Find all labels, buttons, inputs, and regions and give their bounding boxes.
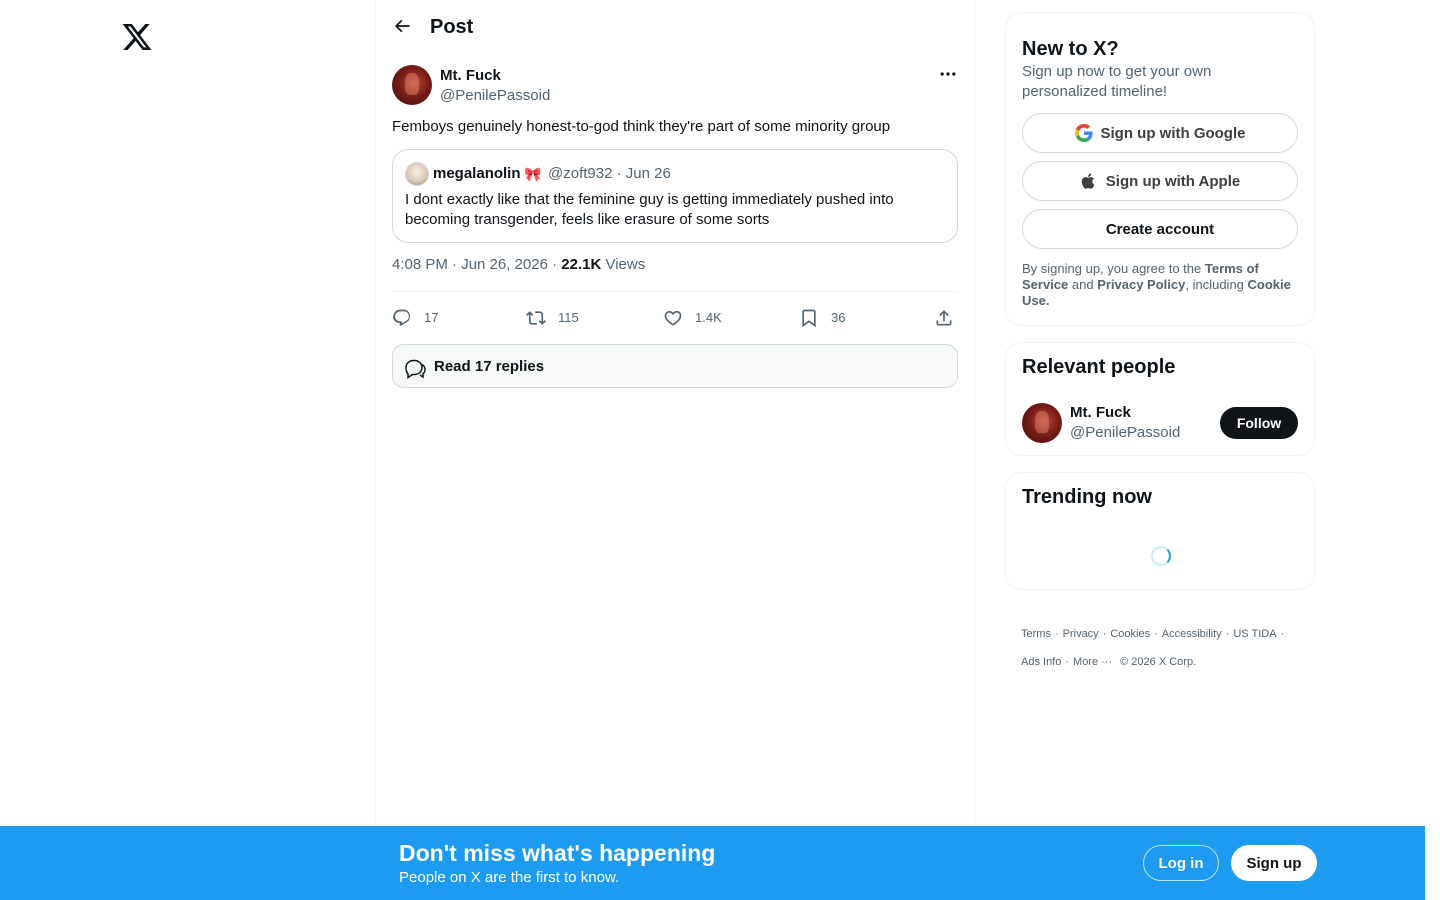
footer-more-link[interactable]: More ··· <box>1073 656 1112 668</box>
read-replies-button[interactable]: Read 17 replies <box>392 344 958 388</box>
signup-button[interactable]: Sign up <box>1231 845 1317 881</box>
share-button[interactable] <box>934 306 954 330</box>
views-count: 22.1K <box>561 256 602 273</box>
reply-icon <box>392 309 411 327</box>
author-avatar[interactable] <box>392 65 432 105</box>
create-account-button[interactable]: Create account <box>1022 209 1298 249</box>
tweet-time[interactable]: 4:08 PM · Jun 26, 2026 · <box>392 256 561 273</box>
signup-google-label: Sign up with Google <box>1100 124 1246 142</box>
views-label: Views <box>605 256 646 273</box>
new-to-x-subtitle: Sign up now to get your own personalized… <box>1022 63 1212 100</box>
relevant-people-card: Relevant people Mt. Fuck @PenilePassoid … <box>1005 342 1315 456</box>
quote-text: I dont exactly like that the feminine gu… <box>405 191 894 228</box>
back-button[interactable] <box>390 14 414 38</box>
signup-google-button[interactable]: Sign up with Google <box>1022 113 1298 153</box>
loading-spinner-icon <box>1151 546 1171 566</box>
bookmark-count: 36 <box>831 310 846 325</box>
tweet-timestamp: 4:08 PM · Jun 26, 2026 · 22.1K Views <box>392 255 645 275</box>
reply-count: 17 <box>424 310 439 325</box>
quote-meta: @zoft932 · Jun 26 <box>548 165 671 182</box>
person-avatar[interactable] <box>1022 403 1062 443</box>
create-account-label: Create account <box>1105 220 1215 238</box>
trending-title: Trending now <box>1022 486 1152 508</box>
terms-prefix: By signing up, you agree to the <box>1022 261 1205 276</box>
signup-apple-label: Sign up with Apple <box>1105 172 1241 190</box>
chat-bubbles-icon <box>405 359 426 379</box>
signup-terms: By signing up, you agree to the Terms of… <box>1022 261 1296 309</box>
footer-copyright: © 2026 X Corp. <box>1120 656 1197 668</box>
author-name[interactable]: Mt. Fuck <box>440 66 501 86</box>
bookmark-icon <box>802 309 816 328</box>
share-icon <box>936 310 952 326</box>
terms-including: , including <box>1185 277 1248 292</box>
terms-and: and <box>1068 277 1098 292</box>
tweet-actions: 17 115 1.4K 36 <box>392 306 958 330</box>
more-dots-icon <box>940 72 956 76</box>
read-replies-label: Read 17 replies <box>434 358 545 375</box>
relevant-people-title: Relevant people <box>1022 356 1176 378</box>
quote-avatar <box>405 162 429 186</box>
tweet-text: Femboys genuinely honest-to-god think th… <box>392 118 891 135</box>
quoted-tweet[interactable]: megalanolin 🎀 @zoft932 · Jun 26 I dont e… <box>392 149 958 243</box>
footer-accessibility-link[interactable]: Accessibility <box>1162 628 1222 640</box>
repost-button[interactable]: 115 <box>526 306 579 330</box>
heart-icon <box>664 310 682 326</box>
ribbon-emoji: 🎀 <box>524 166 542 182</box>
repost-count: 115 <box>558 310 579 325</box>
arrow-left-icon <box>394 19 410 33</box>
footer-terms-link[interactable]: Terms <box>1021 628 1051 640</box>
login-button[interactable]: Log in <box>1143 845 1219 881</box>
person-handle[interactable]: @PenilePassoid <box>1070 423 1180 443</box>
x-logo-icon[interactable] <box>121 21 153 53</box>
follow-button[interactable]: Follow <box>1220 407 1298 439</box>
main-column: Post Mt. Fuck @PenilePassoid Femboys gen… <box>375 0 975 900</box>
google-icon <box>1074 124 1093 142</box>
signup-banner: Don't miss what's happening People on X … <box>0 826 1425 900</box>
person-name[interactable]: Mt. Fuck <box>1070 403 1131 423</box>
left-nav <box>0 0 375 900</box>
page-title: Post <box>430 16 474 38</box>
footer-cookies-link[interactable]: Cookies <box>1110 628 1150 640</box>
new-to-x-card: New to X? Sign up now to get your own pe… <box>1005 12 1315 326</box>
banner-title: Don't miss what's happening <box>399 840 716 866</box>
post-header: Post <box>376 0 974 53</box>
repost-icon <box>526 311 546 325</box>
privacy-policy-link[interactable]: Privacy Policy <box>1097 277 1185 292</box>
tweet-author: Mt. Fuck @PenilePassoid <box>392 64 958 106</box>
like-count: 1.4K <box>695 310 722 325</box>
author-handle[interactable]: @PenilePassoid <box>440 86 550 106</box>
like-button[interactable]: 1.4K <box>663 306 722 330</box>
footer-ads-info-link[interactable]: Ads Info <box>1021 656 1061 668</box>
more-options-button[interactable] <box>938 64 958 84</box>
quote-author-name: megalanolin <box>433 165 521 182</box>
bookmark-button[interactable]: 36 <box>799 306 845 330</box>
footer-links: Terms · Privacy · Cookies · Accessibility · US T… <box>1021 628 1285 668</box>
footer-us-tida-link[interactable]: US TIDA <box>1233 628 1276 640</box>
reply-button[interactable]: 17 <box>392 306 438 330</box>
apple-icon <box>1080 172 1098 190</box>
footer-privacy-link[interactable]: Privacy <box>1063 628 1099 640</box>
banner-subtitle: People on X are the first to know. <box>399 869 620 886</box>
trending-card: Trending now <box>1005 472 1315 590</box>
new-to-x-title: New to X? <box>1022 38 1119 60</box>
divider <box>392 291 958 292</box>
signup-apple-button[interactable]: Sign up with Apple <box>1022 161 1298 201</box>
